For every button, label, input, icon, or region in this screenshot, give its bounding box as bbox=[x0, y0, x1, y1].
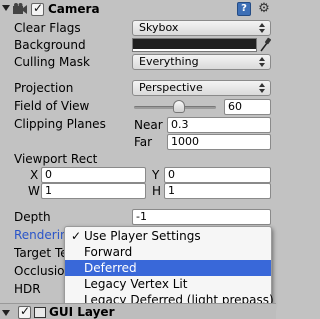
camera-component-header: ✓ Camera ? ⚙ bbox=[0, 0, 276, 18]
menu-item-label: Forward bbox=[84, 245, 133, 259]
foldout-arrow-icon[interactable] bbox=[2, 310, 10, 316]
viewport-y-input[interactable]: 0 bbox=[164, 167, 271, 183]
viewport-y-label: Y bbox=[152, 168, 160, 182]
help-icon[interactable]: ? bbox=[237, 2, 251, 16]
menu-item-legacy-vertex-lit[interactable]: Legacy Vertex Lit bbox=[65, 276, 271, 292]
dropdown-arrows-icon bbox=[259, 83, 266, 93]
background-label: Background bbox=[14, 38, 86, 52]
component-title: Camera bbox=[48, 2, 100, 16]
eyedropper-icon[interactable] bbox=[259, 37, 271, 53]
fov-slider-thumb[interactable] bbox=[173, 100, 185, 113]
gui-layer-title: GUI Layer bbox=[49, 305, 115, 319]
checkmark-icon: ✓ bbox=[71, 229, 82, 243]
background-color-field[interactable] bbox=[132, 38, 257, 52]
menu-item-deferred[interactable]: Deferred bbox=[65, 260, 271, 276]
field-of-view-label: Field of View bbox=[14, 99, 90, 113]
depth-label: Depth bbox=[14, 210, 51, 224]
clear-flags-dropdown[interactable]: Skybox bbox=[132, 20, 271, 36]
viewport-h-label: H bbox=[152, 184, 162, 198]
menu-item-label: Deferred bbox=[84, 261, 137, 275]
menu-item-label: Legacy Vertex Lit bbox=[84, 277, 188, 291]
viewport-w-input[interactable]: 1 bbox=[41, 183, 146, 199]
viewport-x-label: X bbox=[30, 168, 39, 182]
far-label: Far bbox=[134, 135, 153, 149]
clipping-planes-label: Clipping Planes bbox=[14, 117, 106, 131]
viewport-w-label: W bbox=[28, 184, 40, 198]
projection-label: Projection bbox=[14, 81, 74, 95]
culling-mask-value: Everything bbox=[139, 55, 199, 68]
menu-item-use-player-settings[interactable]: ✓ Use Player Settings bbox=[65, 228, 271, 244]
viewport-x-input[interactable]: 0 bbox=[41, 167, 146, 183]
gui-layer-icon bbox=[34, 307, 46, 318]
rendering-path-menu: ✓ Use Player Settings Forward Deferred L… bbox=[64, 226, 274, 308]
far-input[interactable]: 1000 bbox=[167, 134, 271, 150]
gear-icon[interactable]: ⚙ bbox=[257, 2, 271, 16]
culling-mask-label: Culling Mask bbox=[14, 55, 90, 69]
culling-mask-dropdown[interactable]: Everything bbox=[132, 54, 271, 70]
foldout-arrow-icon[interactable] bbox=[2, 5, 10, 11]
camera-icon bbox=[13, 3, 27, 14]
alpha-bar bbox=[133, 49, 256, 51]
dropdown-arrows-icon bbox=[259, 23, 266, 33]
projection-value: Perspective bbox=[139, 81, 203, 94]
menu-item-forward[interactable]: Forward bbox=[65, 244, 271, 260]
depth-input[interactable]: -1 bbox=[132, 209, 271, 225]
near-label: Near bbox=[134, 118, 163, 132]
projection-dropdown[interactable]: Perspective bbox=[132, 80, 271, 96]
viewport-h-input[interactable]: 1 bbox=[164, 183, 271, 199]
near-input[interactable]: 0.3 bbox=[167, 117, 271, 133]
camera-enabled-checkbox[interactable]: ✓ bbox=[31, 1, 44, 16]
dropdown-arrows-icon bbox=[259, 57, 266, 67]
viewport-rect-label: Viewport Rect bbox=[14, 152, 98, 166]
gui-layer-component-header: ✓ GUI Layer bbox=[0, 303, 276, 319]
clear-flags-value: Skybox bbox=[139, 21, 179, 34]
clear-flags-label: Clear Flags bbox=[14, 21, 81, 35]
gui-layer-enabled-checkbox[interactable]: ✓ bbox=[18, 304, 31, 319]
fov-input[interactable]: 60 bbox=[224, 99, 271, 115]
menu-item-label: Use Player Settings bbox=[84, 229, 201, 243]
